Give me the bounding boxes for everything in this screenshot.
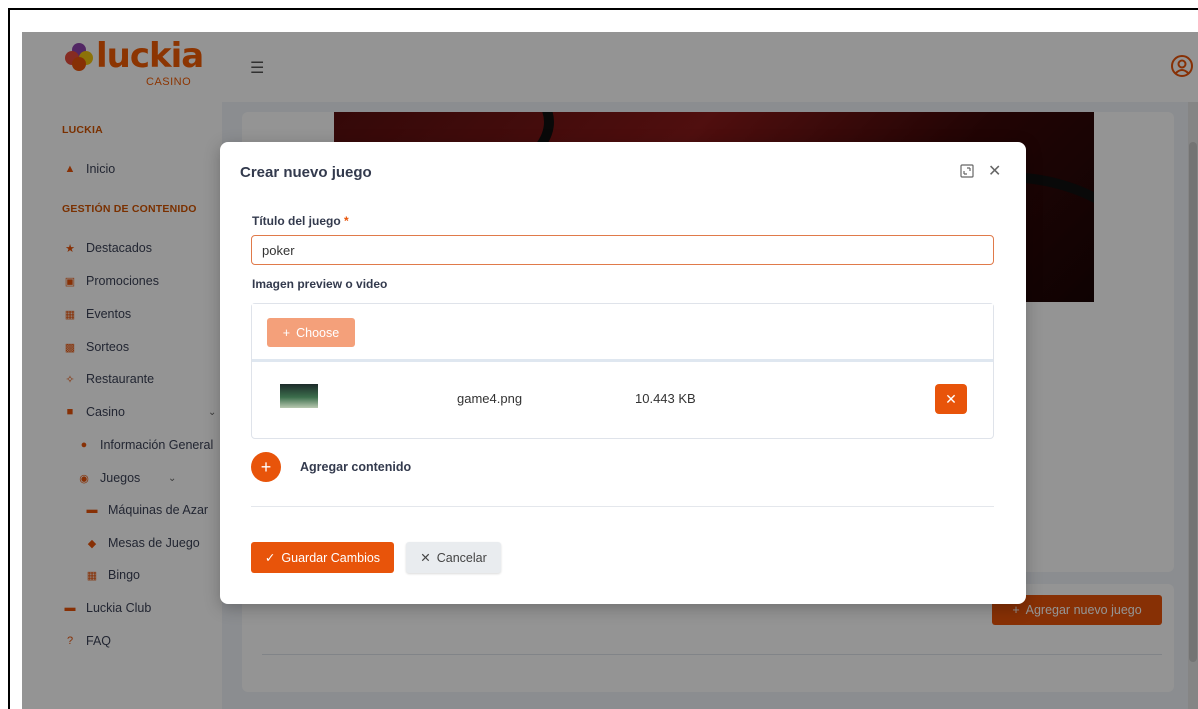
divider <box>251 506 994 507</box>
close-icon: ✕ <box>945 390 957 407</box>
maximize-icon[interactable] <box>960 164 974 178</box>
close-icon: ✕ <box>420 551 431 565</box>
close-icon[interactable]: ✕ <box>988 161 1001 181</box>
title-field-label: Título del juego * <box>252 214 349 228</box>
app: luckia CASINO LUCKIA ▲ Inicio GESTIÓN DE… <box>22 32 1198 709</box>
choose-file-button[interactable]: + Choose <box>267 318 355 347</box>
file-size: 10.443 KB <box>635 391 696 406</box>
add-content-button[interactable]: + <box>251 452 281 482</box>
dialog-title: Crear nuevo juego <box>240 164 372 181</box>
file-thumbnail <box>280 384 318 408</box>
required-mark: * <box>344 214 349 228</box>
plus-icon: + <box>260 456 272 477</box>
file-name: game4.png <box>457 391 523 406</box>
add-content-label: Agregar contenido <box>300 460 412 474</box>
create-game-dialog: Crear nuevo juego ✕ Título del juego * I… <box>220 142 1026 604</box>
upload-toolbar: + Choose <box>252 304 993 362</box>
plus-icon: + <box>282 325 291 340</box>
cancel-button[interactable]: ✕ Cancelar <box>406 542 501 573</box>
screen-frame: luckia CASINO LUCKIA ▲ Inicio GESTIÓN DE… <box>8 8 1198 709</box>
file-upload: + Choose game4.png 10.443 KB ✕ <box>251 303 994 439</box>
remove-file-button[interactable]: ✕ <box>935 384 967 414</box>
game-title-input[interactable] <box>251 235 994 265</box>
media-field-label: Imagen preview o video <box>252 277 388 291</box>
check-icon: ✓ <box>264 551 276 565</box>
save-changes-button[interactable]: ✓ Guardar Cambios <box>251 542 394 573</box>
